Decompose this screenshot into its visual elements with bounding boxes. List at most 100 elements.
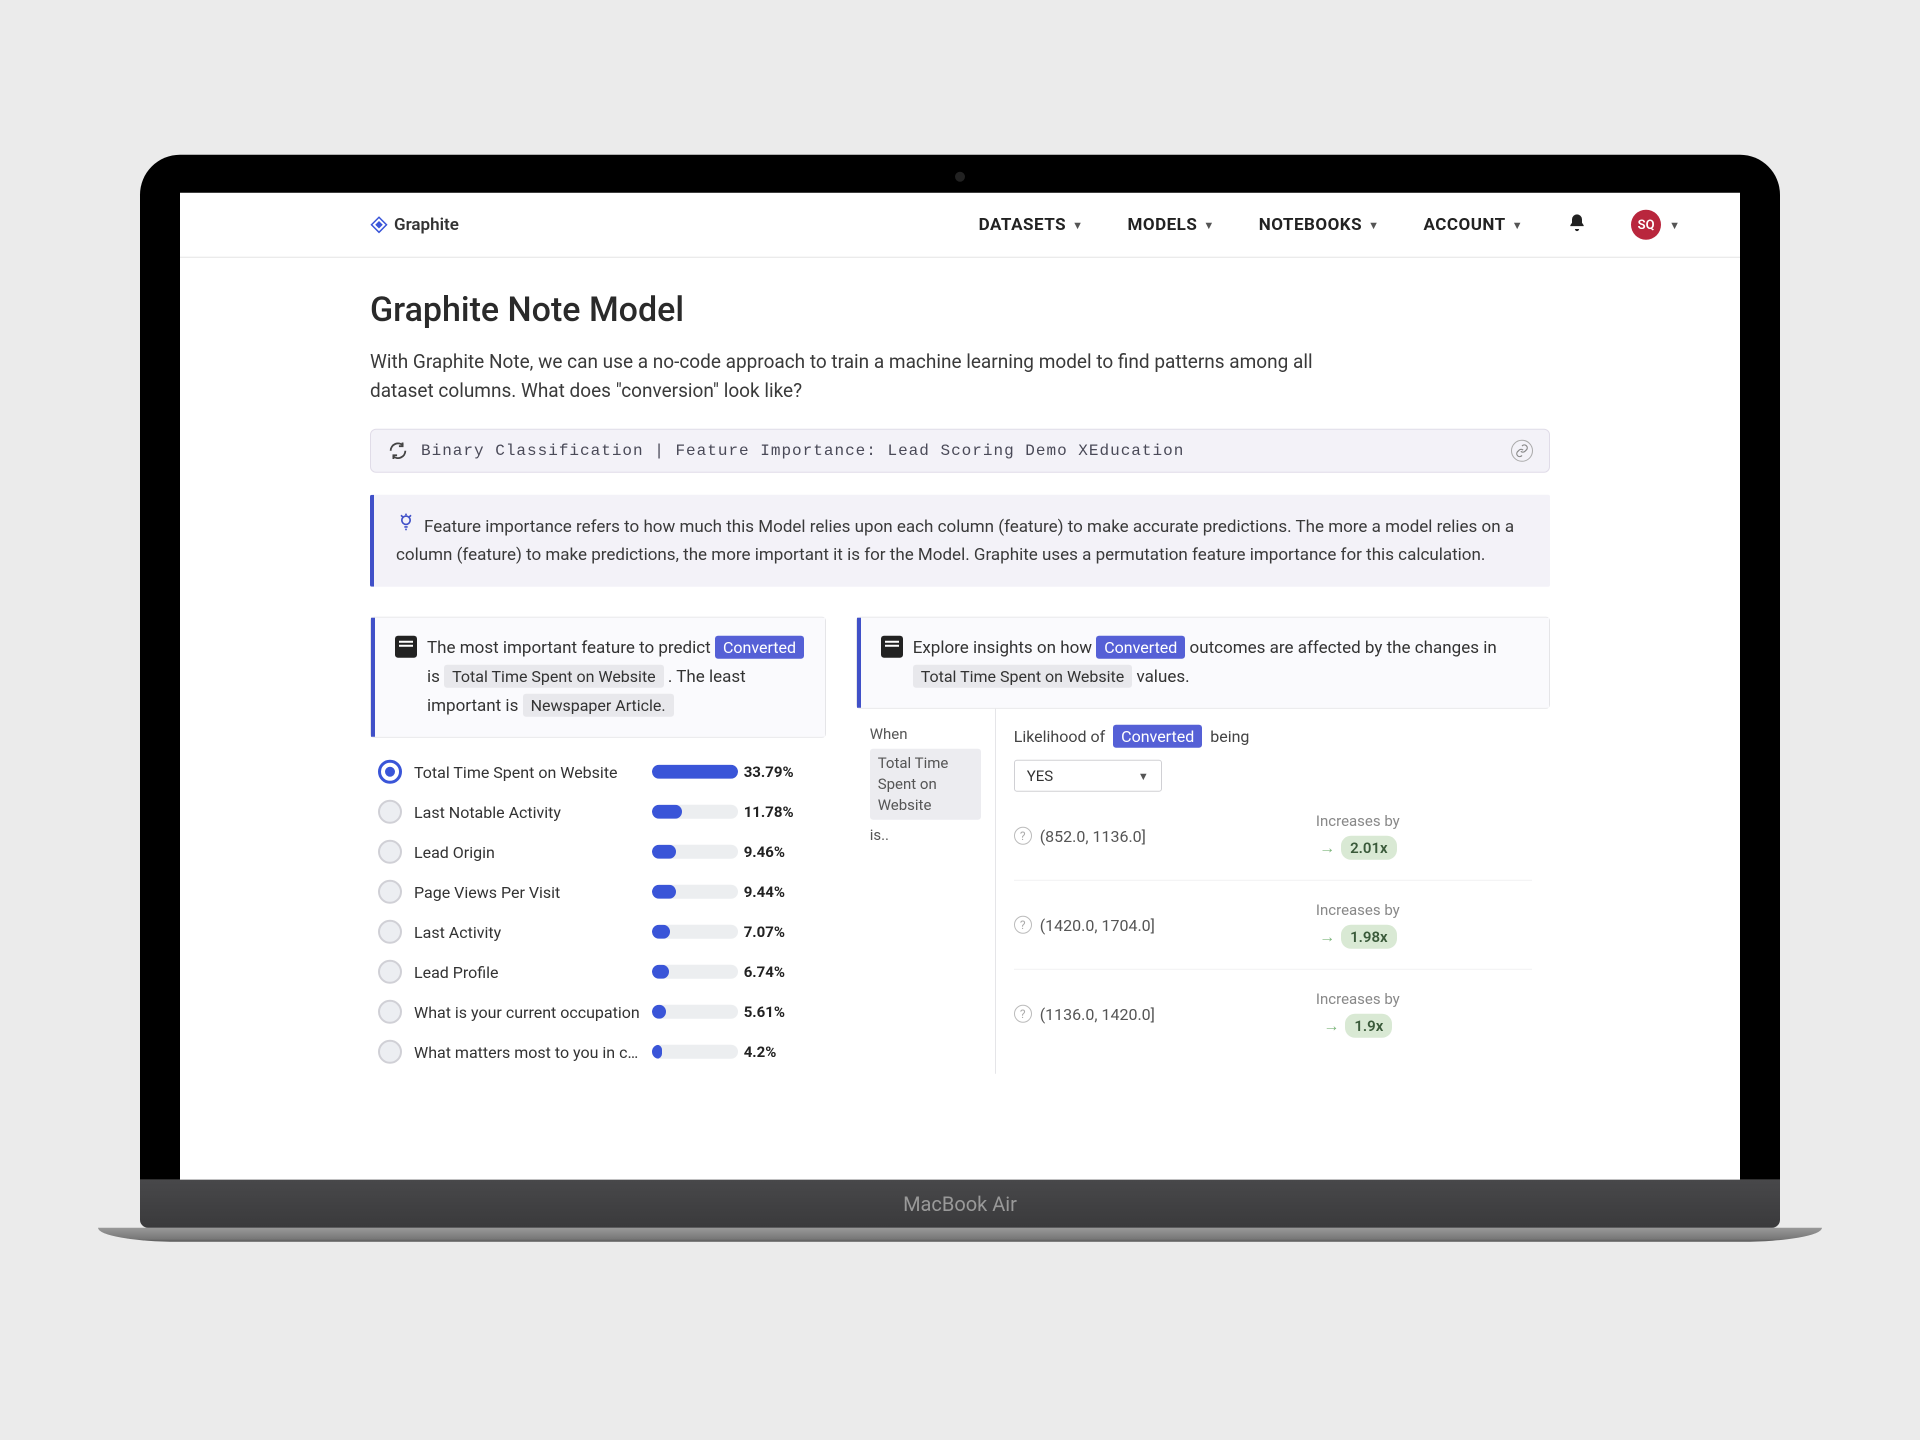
- feature-row[interactable]: Total Time Spent on Website33.79%: [370, 752, 826, 792]
- nav-datasets[interactable]: DATASETS▼: [979, 215, 1084, 235]
- range-rows: ?(852.0, 1136.0] Increases by → 2.01x ?(1420…: [1014, 792, 1532, 1058]
- radio-button[interactable]: [378, 920, 402, 944]
- arrow-right-icon: →: [1319, 838, 1335, 858]
- feature-name: What matters most to you in c…: [414, 1042, 640, 1061]
- target-tag: Converted: [715, 636, 804, 659]
- help-icon[interactable]: ?: [1014, 1005, 1032, 1023]
- insights-card: Explore insights on how Converted outcom…: [856, 617, 1550, 709]
- likelihood-header: Likelihood of Converted being: [1014, 725, 1532, 748]
- radio-button[interactable]: [378, 760, 402, 784]
- range-label: ? (1136.0, 1420.0]: [1014, 1004, 1184, 1023]
- radio-button[interactable]: [378, 1040, 402, 1064]
- notifications-icon[interactable]: [1567, 212, 1587, 237]
- feature-bar: 11.78%: [652, 803, 812, 821]
- card-header: The most important feature to predict Co…: [371, 618, 825, 737]
- laptop-base: MacBook Air: [140, 1180, 1780, 1228]
- feature-tag: Newspaper Article.: [523, 694, 674, 717]
- bar-fill: [652, 765, 738, 779]
- radio-button[interactable]: [378, 840, 402, 864]
- range-value: Increases by →1.98x: [1184, 901, 1532, 949]
- text: outcomes are affected by the changes in: [1190, 638, 1497, 658]
- nav-label: ACCOUNT: [1423, 215, 1505, 235]
- model-info-bar: Binary Classification | Feature Importan…: [370, 429, 1550, 473]
- feature-row[interactable]: Last Notable Activity11.78%: [370, 792, 826, 832]
- main-nav: DATASETS▼ MODELS▼ NOTEBOOKS▼ ACCOUNT▼ SQ…: [979, 210, 1680, 240]
- feature-percent: 5.61%: [744, 1003, 785, 1021]
- bar-fill: [652, 1005, 667, 1019]
- nav-notebooks[interactable]: NOTEBOOKS▼: [1259, 215, 1380, 235]
- feature-bar: 9.46%: [652, 843, 812, 861]
- bar-fill: [652, 925, 670, 939]
- camera-dot: [955, 172, 965, 182]
- nav-models[interactable]: MODELS▼: [1127, 215, 1214, 235]
- feature-row[interactable]: Last Activity7.07%: [370, 912, 826, 952]
- feature-row[interactable]: Lead Origin9.46%: [370, 832, 826, 872]
- radio-button[interactable]: [378, 960, 402, 984]
- nav-label: DATASETS: [979, 215, 1066, 235]
- laptop-foot: [98, 1228, 1822, 1242]
- bar-fill: [652, 1045, 662, 1059]
- top-navbar: Graphite DATASETS▼ MODELS▼ NOTEBOOKS▼ AC…: [180, 193, 1740, 258]
- radio-button[interactable]: [378, 1000, 402, 1024]
- feature-row[interactable]: What is your current occupation5.61%: [370, 992, 826, 1032]
- feature-bar: 9.44%: [652, 883, 812, 901]
- refresh-icon[interactable]: [387, 440, 409, 462]
- page-title: Graphite Note Model: [370, 290, 1550, 330]
- feature-summary-card: The most important feature to predict Co…: [370, 617, 826, 738]
- insight-when-column: When Total Time Spent on Website is..: [856, 709, 996, 1074]
- feature-row[interactable]: Page Views Per Visit9.44%: [370, 872, 826, 912]
- chevron-down-icon: ▼: [1203, 218, 1214, 231]
- when-label: When: [870, 725, 981, 743]
- feature-percent: 4.2%: [744, 1043, 777, 1061]
- laptop-mockup: Graphite DATASETS▼ MODELS▼ NOTEBOOKS▼ AC…: [140, 155, 1780, 1242]
- chevron-down-icon: ▼: [1138, 769, 1149, 782]
- feature-bar: 5.61%: [652, 1003, 812, 1021]
- increases-label: Increases by: [1184, 990, 1532, 1008]
- logo[interactable]: Graphite: [370, 215, 459, 235]
- radio-button[interactable]: [378, 800, 402, 824]
- book-icon: [881, 636, 903, 658]
- increases-label: Increases by: [1184, 901, 1532, 919]
- feature-percent: 6.74%: [744, 963, 785, 981]
- range-value: Increases by→2.01x: [1184, 812, 1532, 860]
- text: being: [1210, 727, 1249, 746]
- bar-fill: [652, 845, 676, 859]
- help-icon[interactable]: ?: [1014, 916, 1032, 934]
- app-window: Graphite DATASETS▼ MODELS▼ NOTEBOOKS▼ AC…: [180, 193, 1740, 1180]
- bar-track: [652, 1045, 738, 1059]
- feature-row[interactable]: Lead Profile6.74%: [370, 952, 826, 992]
- bar-fill: [652, 885, 676, 899]
- multiplier-value: 1.9x: [1345, 1014, 1392, 1038]
- logo-text: Graphite: [394, 215, 459, 235]
- card-header: Explore insights on how Converted outcom…: [857, 618, 1549, 708]
- range-label: ?(1420.0, 1704.0]: [1014, 915, 1184, 934]
- text: is: [427, 667, 444, 687]
- info-text: Feature importance refers to how much th…: [396, 517, 1514, 565]
- multiplier-value: 2.01x: [1341, 836, 1397, 860]
- range-label: ?(852.0, 1136.0]: [1014, 826, 1184, 845]
- feature-row[interactable]: What matters most to you in c… 4.2%: [370, 1032, 826, 1072]
- two-column-layout: The most important feature to predict Co…: [370, 617, 1550, 1078]
- bar-fill: [652, 965, 669, 979]
- bar-fill: [652, 805, 682, 819]
- range-row: ?(852.0, 1136.0]Increases by→2.01x: [1014, 792, 1532, 880]
- nav-account[interactable]: ACCOUNT ▼: [1423, 215, 1523, 235]
- chevron-down-icon[interactable]: ▼: [1669, 218, 1680, 231]
- link-icon[interactable]: [1511, 440, 1533, 462]
- feature-bar: 7.07%: [652, 923, 812, 941]
- multiplier-pill: →1.98x: [1319, 925, 1397, 949]
- laptop-label: MacBook Air: [903, 1192, 1017, 1216]
- help-icon[interactable]: ?: [1014, 827, 1032, 845]
- user-avatar[interactable]: SQ: [1631, 210, 1661, 240]
- feature-percent: 33.79%: [744, 763, 794, 781]
- info-callout: Feature importance refers to how much th…: [370, 495, 1550, 587]
- insight-body: When Total Time Spent on Website is.. Li…: [856, 709, 1550, 1074]
- range-text: (1136.0, 1420.0]: [1040, 1004, 1155, 1023]
- feature-tag: Total Time Spent on Website: [913, 665, 1133, 688]
- radio-button[interactable]: [378, 880, 402, 904]
- chevron-down-icon: ▼: [1512, 218, 1523, 231]
- text: Explore insights on how: [913, 638, 1097, 658]
- range-value: Increases by→1.9x: [1184, 990, 1532, 1038]
- page-subtitle: With Graphite Note, we can use a no-code…: [370, 348, 1320, 405]
- likelihood-value-dropdown[interactable]: YES ▼: [1014, 760, 1162, 792]
